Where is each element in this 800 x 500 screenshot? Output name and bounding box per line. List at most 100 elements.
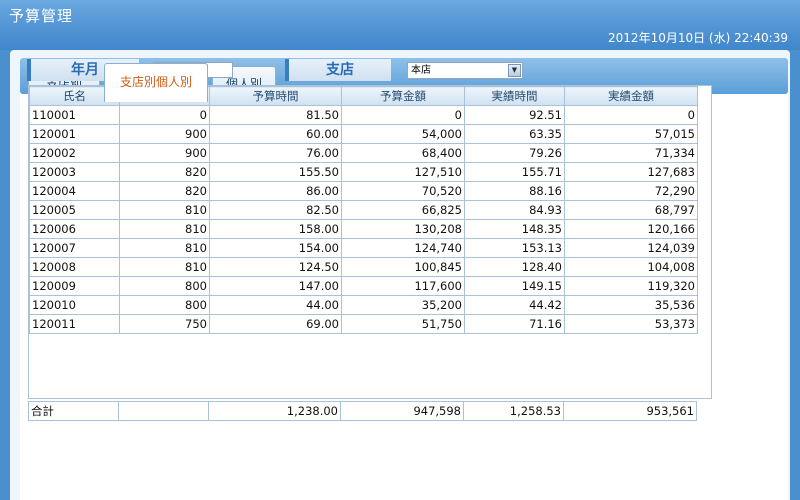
cell-name: 120001 xyxy=(29,124,120,144)
cell-rate: 810 xyxy=(119,238,210,258)
cell-name: 110001 xyxy=(29,105,120,125)
cell-actual-hours: 155.71 xyxy=(464,162,565,182)
totals-table: 合計 1,238.00 947,598 1,258.53 953,561 xyxy=(28,401,697,421)
cell-actual-amount: 104,008 xyxy=(564,257,698,277)
totals-actual-amount: 953,561 xyxy=(563,401,697,421)
current-datetime: 2012年10月10日 (水) 22:40:39 xyxy=(608,31,788,45)
budget-table-container: 氏名 平日単価 予算時間 予算金額 実績時間 実績金額 110001081.50… xyxy=(28,85,712,399)
cell-rate: 820 xyxy=(119,181,210,201)
cell-actual-amount: 127,683 xyxy=(564,162,698,182)
cell-rate: 810 xyxy=(119,257,210,277)
cell-name: 120011 xyxy=(29,314,120,334)
cell-rate: 810 xyxy=(119,200,210,220)
table-row[interactable]: 120004 820 86.00 70,520 88.16 72,290 xyxy=(29,181,698,201)
cell-budget-hours: 82.50 xyxy=(209,200,342,220)
cell-budget-amount: 68,400 xyxy=(341,143,465,163)
cell-budget-hours: 86.00 xyxy=(209,181,342,201)
cell-name: 120009 xyxy=(29,276,120,296)
app-title: 予算管理 xyxy=(9,7,74,25)
table-row[interactable]: 120011 750 69.00 51,750 71.16 53,373 xyxy=(29,314,698,334)
cell-budget-amount: 117,600 xyxy=(341,276,465,296)
cell-rate: 0 xyxy=(119,105,210,125)
cell-actual-hours: 84.93 xyxy=(464,200,565,220)
cell-actual-hours: 92.51 xyxy=(464,105,565,125)
branch-select[interactable]: 本店 ▼ xyxy=(407,62,523,79)
cell-rate: 800 xyxy=(119,276,210,296)
budget-table: 氏名 平日単価 予算時間 予算金額 実績時間 実績金額 110001081.50… xyxy=(29,86,698,334)
tab-by-branch-person[interactable]: 支店別個人別 xyxy=(104,63,208,102)
cell-actual-amount: 53,373 xyxy=(564,314,698,334)
table-row[interactable]: 110001 0 81.50 0 92.51 0 xyxy=(29,105,698,125)
cell-actual-hours: 63.35 xyxy=(464,124,565,144)
col-header-budget-amount[interactable]: 予算金額 xyxy=(341,86,465,106)
cell-name: 120004 xyxy=(29,181,120,201)
cell-budget-hours: 147.00 xyxy=(209,276,342,296)
table-row[interactable]: 120010 800 44.00 35,200 44.42 35,536 xyxy=(29,295,698,315)
cell-actual-amount: 72,290 xyxy=(564,181,698,201)
cell-budget-hours: 154.00 xyxy=(209,238,342,258)
cell-actual-hours: 153.13 xyxy=(464,238,565,258)
title-bar: 予算管理 2012年10月10日 (水) 22:40:39 xyxy=(0,0,800,50)
cell-rate: 810 xyxy=(119,219,210,239)
cell-budget-amount: 70,520 xyxy=(341,181,465,201)
cell-name: 120006 xyxy=(29,219,120,239)
totals-row: 合計 1,238.00 947,598 1,258.53 953,561 xyxy=(28,401,697,421)
cell-budget-amount: 35,200 xyxy=(341,295,465,315)
cell-rate: 900 xyxy=(119,143,210,163)
cell-actual-amount: 71,334 xyxy=(564,143,698,163)
cell-rate: 800 xyxy=(119,295,210,315)
col-header-actual-hours[interactable]: 実績時間 xyxy=(464,86,565,106)
cell-actual-hours: 44.42 xyxy=(464,295,565,315)
cell-budget-amount: 66,825 xyxy=(341,200,465,220)
cell-actual-hours: 149.15 xyxy=(464,276,565,296)
cell-name: 120002 xyxy=(29,143,120,163)
cell-actual-hours: 88.16 xyxy=(464,181,565,201)
cell-actual-amount: 35,536 xyxy=(564,295,698,315)
cell-budget-amount: 130,208 xyxy=(341,219,465,239)
cell-actual-amount: 57,015 xyxy=(564,124,698,144)
table-row[interactable]: 120009 800 147.00 117,600 149.15 119,320 xyxy=(29,276,698,296)
cell-actual-amount: 124,039 xyxy=(564,238,698,258)
table-row[interactable]: 120003 820 155.50 127,510 155.71 127,683 xyxy=(29,162,698,182)
table-row[interactable]: 120007 810 154.00 124,740 153.13 124,039 xyxy=(29,238,698,258)
totals-budget-hours: 1,238.00 xyxy=(208,401,341,421)
cell-budget-amount: 0 xyxy=(341,105,465,125)
cell-name: 120007 xyxy=(29,238,120,258)
totals-rate xyxy=(118,401,209,421)
cell-budget-amount: 54,000 xyxy=(341,124,465,144)
cell-actual-amount: 119,320 xyxy=(564,276,698,296)
cell-rate: 820 xyxy=(119,162,210,182)
table-row[interactable]: 120001 900 60.00 54,000 63.35 57,015 xyxy=(29,124,698,144)
cell-budget-amount: 124,740 xyxy=(341,238,465,258)
cell-actual-amount: 120,166 xyxy=(564,219,698,239)
cell-actual-hours: 128.40 xyxy=(464,257,565,277)
totals-label: 合計 xyxy=(28,401,119,421)
cell-name: 120010 xyxy=(29,295,120,315)
cell-budget-hours: 44.00 xyxy=(209,295,342,315)
cell-budget-amount: 127,510 xyxy=(341,162,465,182)
cell-budget-hours: 155.50 xyxy=(209,162,342,182)
branch-label: 支店 xyxy=(285,59,391,81)
cell-budget-amount: 51,750 xyxy=(341,314,465,334)
chevron-down-icon[interactable]: ▼ xyxy=(508,64,521,77)
totals-budget-amount: 947,598 xyxy=(340,401,464,421)
cell-actual-amount: 0 xyxy=(564,105,698,125)
cell-budget-hours: 158.00 xyxy=(209,219,342,239)
cell-actual-hours: 148.35 xyxy=(464,219,565,239)
table-row[interactable]: 120006 810 158.00 130,208 148.35 120,166 xyxy=(29,219,698,239)
cell-budget-hours: 69.00 xyxy=(209,314,342,334)
cell-name: 120003 xyxy=(29,162,120,182)
table-row[interactable]: 120008 810 124.50 100,845 128.40 104,008 xyxy=(29,257,698,277)
cell-budget-hours: 124.50 xyxy=(209,257,342,277)
cell-budget-amount: 100,845 xyxy=(341,257,465,277)
col-header-actual-amount[interactable]: 実績金額 xyxy=(564,86,698,106)
table-row[interactable]: 120005 810 82.50 66,825 84.93 68,797 xyxy=(29,200,698,220)
cell-rate: 750 xyxy=(119,314,210,334)
cell-actual-amount: 68,797 xyxy=(564,200,698,220)
cell-actual-hours: 71.16 xyxy=(464,314,565,334)
cell-actual-hours: 79.26 xyxy=(464,143,565,163)
cell-name: 120005 xyxy=(29,200,120,220)
table-row[interactable]: 120002 900 76.00 68,400 79.26 71,334 xyxy=(29,143,698,163)
col-header-budget-hours[interactable]: 予算時間 xyxy=(209,86,342,106)
cell-name: 120008 xyxy=(29,257,120,277)
